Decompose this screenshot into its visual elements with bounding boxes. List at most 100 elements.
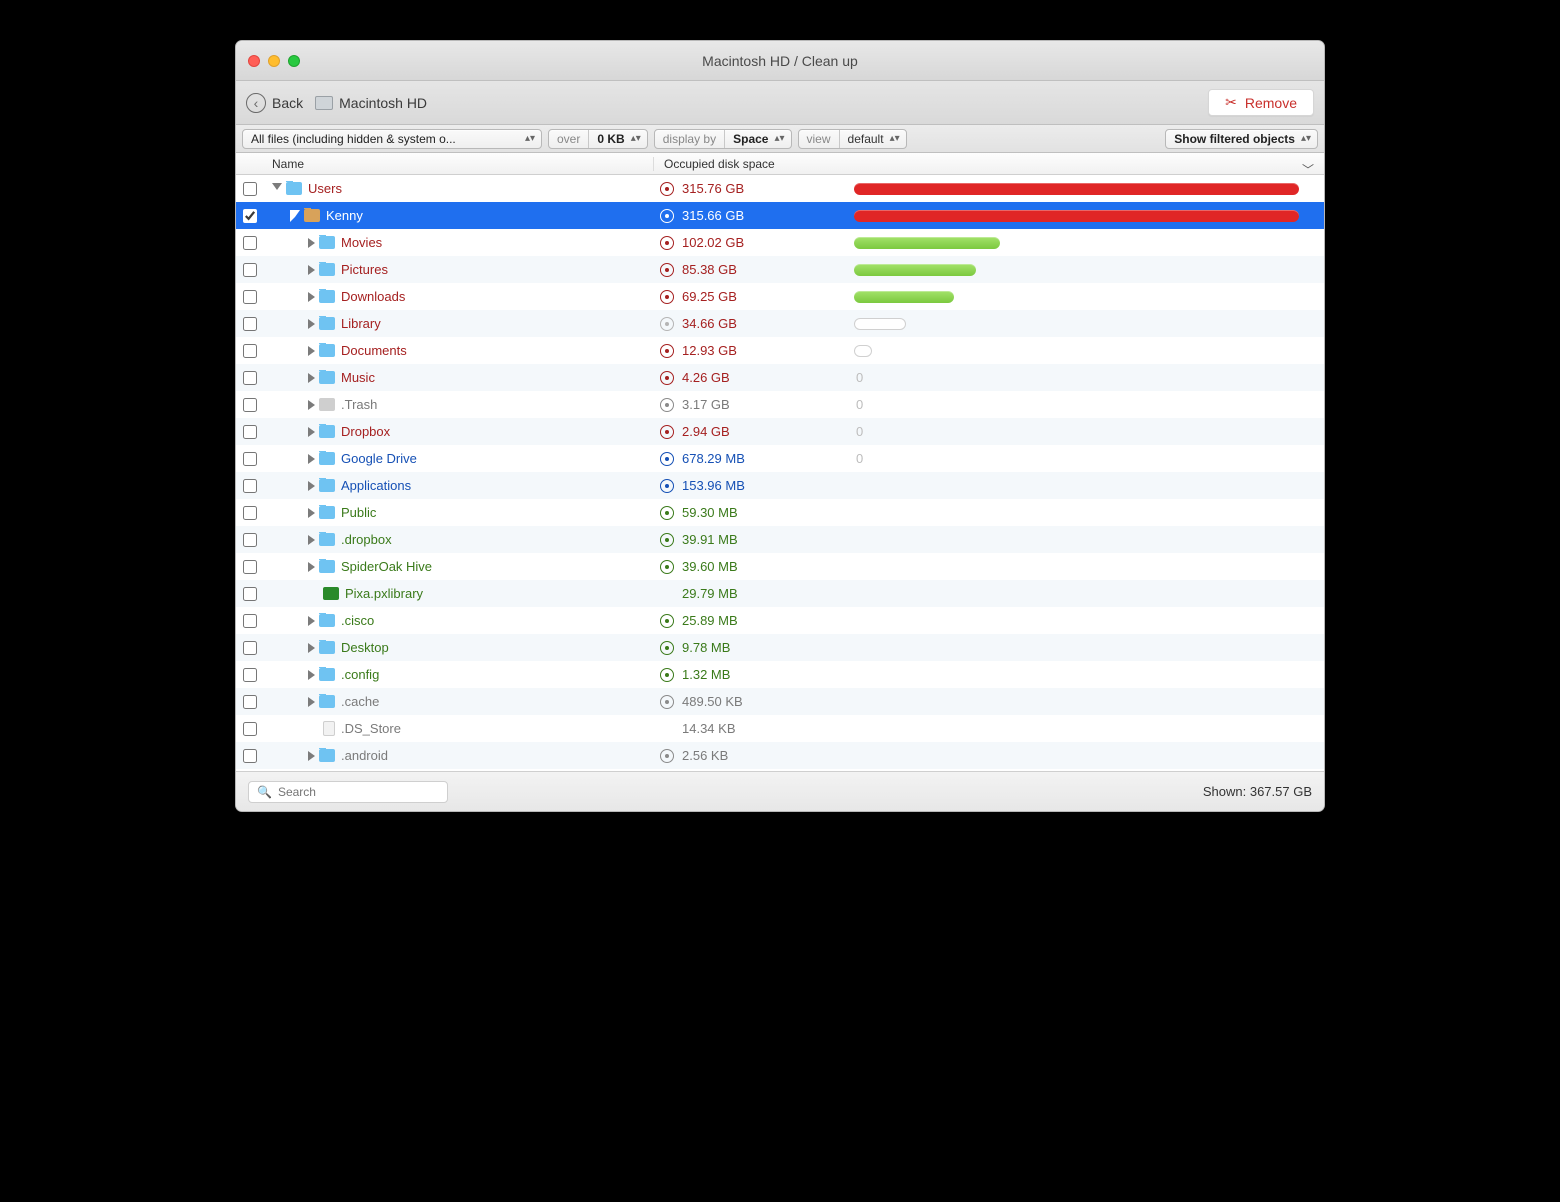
row-checkbox[interactable]	[243, 749, 257, 763]
row-checkbox[interactable]	[243, 452, 257, 466]
disclosure-triangle-icon[interactable]	[308, 481, 315, 491]
row-checkbox[interactable]	[243, 506, 257, 520]
table-row[interactable]: Kenny315.66 GB	[236, 202, 1324, 229]
column-space[interactable]: Occupied disk space ﹀	[654, 157, 1324, 171]
target-icon[interactable]	[660, 452, 674, 466]
back-button[interactable]: Back	[272, 95, 303, 111]
disclosure-triangle-icon[interactable]	[272, 183, 282, 195]
target-icon[interactable]	[660, 263, 674, 277]
disclosure-triangle-icon[interactable]	[308, 643, 315, 653]
row-checkbox[interactable]	[243, 668, 257, 682]
row-checkbox[interactable]	[243, 290, 257, 304]
row-checkbox[interactable]	[243, 344, 257, 358]
row-checkbox[interactable]	[243, 587, 257, 601]
table-row[interactable]: Downloads69.25 GB	[236, 283, 1324, 310]
over-select[interactable]: over 0 KB ▴▾	[548, 129, 648, 149]
row-checkbox[interactable]	[243, 236, 257, 250]
table-row[interactable]: .Trash3.17 GB0	[236, 391, 1324, 418]
row-name: Users	[308, 181, 342, 196]
target-icon[interactable]	[660, 749, 674, 763]
disclosure-triangle-icon[interactable]	[290, 210, 300, 222]
target-icon[interactable]	[660, 506, 674, 520]
row-checkbox[interactable]	[243, 479, 257, 493]
target-icon[interactable]	[660, 290, 674, 304]
table-row[interactable]: Movies102.02 GB	[236, 229, 1324, 256]
titlebar[interactable]: Macintosh HD / Clean up	[236, 41, 1324, 81]
disclosure-triangle-icon[interactable]	[308, 751, 315, 761]
table-row[interactable]: Desktop9.78 MB	[236, 634, 1324, 661]
target-icon[interactable]	[660, 344, 674, 358]
target-icon[interactable]	[660, 560, 674, 574]
disclosure-triangle-icon[interactable]	[308, 319, 315, 329]
table-row[interactable]: .cache489.50 KB	[236, 688, 1324, 715]
disclosure-triangle-icon[interactable]	[308, 292, 315, 302]
search-input[interactable]: 🔍	[248, 781, 448, 803]
target-icon[interactable]	[660, 236, 674, 250]
disclosure-triangle-icon[interactable]	[308, 562, 315, 572]
table-row[interactable]: Music4.26 GB0	[236, 364, 1324, 391]
table-row[interactable]: Pictures85.38 GB	[236, 256, 1324, 283]
search-field[interactable]	[278, 785, 439, 799]
view-select[interactable]: view default ▴▾	[798, 129, 907, 149]
disclosure-triangle-icon[interactable]	[308, 238, 315, 248]
row-checkbox[interactable]	[243, 722, 257, 736]
target-icon[interactable]	[660, 533, 674, 547]
disclosure-triangle-icon[interactable]	[308, 400, 315, 410]
table-row[interactable]: Public59.30 MB	[236, 499, 1324, 526]
target-icon[interactable]	[660, 371, 674, 385]
row-checkbox[interactable]	[243, 398, 257, 412]
remove-button[interactable]: ✂ Remove	[1208, 89, 1314, 116]
row-checkbox[interactable]	[243, 695, 257, 709]
table-row[interactable]: Library34.66 GB	[236, 310, 1324, 337]
disclosure-triangle-icon[interactable]	[308, 265, 315, 275]
row-checkbox[interactable]	[243, 263, 257, 277]
table-row[interactable]: Users315.76 GB	[236, 175, 1324, 202]
target-icon[interactable]	[660, 209, 674, 223]
target-icon[interactable]	[660, 425, 674, 439]
disclosure-triangle-icon[interactable]	[308, 346, 315, 356]
table-row[interactable]: .config1.32 MB	[236, 661, 1324, 688]
breadcrumb[interactable]: Macintosh HD	[339, 95, 427, 111]
row-checkbox[interactable]	[243, 425, 257, 439]
table-row[interactable]: Documents12.93 GB	[236, 337, 1324, 364]
table-row[interactable]: .dropbox39.91 MB	[236, 526, 1324, 553]
target-icon[interactable]	[660, 479, 674, 493]
disclosure-triangle-icon[interactable]	[308, 508, 315, 518]
table-row[interactable]: .cisco25.89 MB	[236, 607, 1324, 634]
target-icon[interactable]	[660, 182, 674, 196]
row-checkbox[interactable]	[243, 560, 257, 574]
target-icon[interactable]	[660, 398, 674, 412]
disclosure-triangle-icon[interactable]	[308, 670, 315, 680]
target-icon[interactable]	[660, 317, 674, 331]
disclosure-triangle-icon[interactable]	[308, 616, 315, 626]
table-row[interactable]: Google Drive678.29 MB0	[236, 445, 1324, 472]
show-filtered-button[interactable]: Show filtered objects ▴▾	[1165, 129, 1318, 149]
target-icon[interactable]	[660, 641, 674, 655]
row-checkbox[interactable]	[243, 209, 257, 223]
table-row[interactable]: SpiderOak Hive39.60 MB	[236, 553, 1324, 580]
disclosure-triangle-icon[interactable]	[308, 697, 315, 707]
disclosure-triangle-icon[interactable]	[308, 427, 315, 437]
target-icon[interactable]	[660, 614, 674, 628]
display-by-select[interactable]: display by Space ▴▾	[654, 129, 792, 149]
row-checkbox[interactable]	[243, 641, 257, 655]
disclosure-triangle-icon[interactable]	[308, 454, 315, 464]
row-checkbox[interactable]	[243, 371, 257, 385]
table-row[interactable]: .android2.56 KB	[236, 742, 1324, 769]
table-row[interactable]: Dropbox2.94 GB0	[236, 418, 1324, 445]
filter-select[interactable]: All files (including hidden & system o..…	[242, 129, 542, 149]
disclosure-triangle-icon[interactable]	[308, 373, 315, 383]
row-checkbox[interactable]	[243, 614, 257, 628]
row-checkbox[interactable]	[243, 533, 257, 547]
back-icon[interactable]: ‹	[246, 93, 266, 113]
target-icon[interactable]	[660, 668, 674, 682]
row-checkbox[interactable]	[243, 317, 257, 331]
target-icon[interactable]	[660, 695, 674, 709]
disclosure-triangle-icon[interactable]	[308, 535, 315, 545]
folder-icon	[319, 236, 335, 249]
table-row[interactable]: Pixa.pxlibrary29.79 MB	[236, 580, 1324, 607]
table-row[interactable]: Applications153.96 MB	[236, 472, 1324, 499]
row-checkbox[interactable]	[243, 182, 257, 196]
column-name[interactable]: Name	[264, 157, 654, 171]
table-row[interactable]: .DS_Store14.34 KB	[236, 715, 1324, 742]
